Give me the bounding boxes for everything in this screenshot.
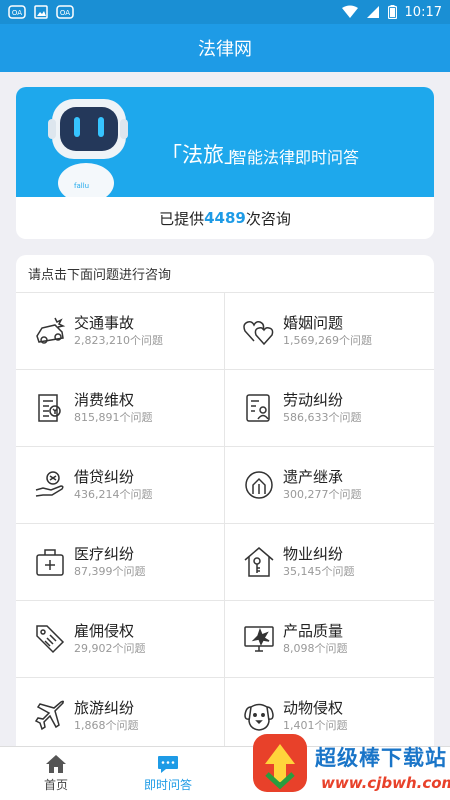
wifi-icon <box>341 5 358 19</box>
category-property[interactable]: 物业纠纷 35,145个问题 <box>225 524 434 601</box>
broken-monitor-icon <box>241 621 277 657</box>
car-crash-icon <box>32 313 68 349</box>
category-employment[interactable]: 雇佣侵权 29,902个问题 <box>16 601 225 678</box>
category-inheritance[interactable]: 遗产继承 300,277个问题 <box>225 447 434 524</box>
category-count: 2,823,210个问题 <box>74 334 163 347</box>
hearts-icon <box>241 313 277 349</box>
category-title: 消费维权 <box>74 391 135 409</box>
category-title: 医疗纠纷 <box>74 545 135 563</box>
category-title: 雇佣侵权 <box>74 622 135 640</box>
tab-label: 首页 <box>43 778 68 792</box>
category-title: 动物侵权 <box>283 699 344 717</box>
app-bar: 法律网 <box>0 24 450 72</box>
category-title: 借贷纠纷 <box>74 468 135 486</box>
svg-text:OA: OA <box>12 9 22 17</box>
category-title: 劳动纠纷 <box>283 391 344 409</box>
stats-prefix: 已提供 <box>159 209 205 228</box>
category-count: 586,633个问题 <box>283 411 362 424</box>
robot-mascot-icon: fallu <box>48 99 128 197</box>
category-travel[interactable]: 旅游纠纷 1,868个问题 <box>16 678 225 746</box>
page-title: 法律网 <box>198 39 252 60</box>
category-title: 旅游纠纷 <box>74 699 135 717</box>
category-title: 产品质量 <box>283 622 344 640</box>
inheritance-icon <box>241 467 277 503</box>
category-traffic[interactable]: 交通事故 2,823,210个问题 <box>16 293 225 370</box>
battery-icon <box>387 5 397 19</box>
receipt-icon <box>32 390 68 426</box>
stats-suffix: 次咨询 <box>245 209 291 228</box>
home-icon <box>46 755 66 773</box>
image-icon <box>34 5 48 19</box>
cast-icon: OA <box>8 5 26 19</box>
cast-icon: OA <box>56 5 74 19</box>
banner-card[interactable]: fallu 「法旅」 智能法律即时问答 已提供 4489 次咨询 <box>16 87 434 239</box>
category-count: 87,399个问题 <box>74 565 146 578</box>
category-product-quality[interactable]: 产品质量 8,098个问题 <box>225 601 434 678</box>
tag-icon <box>32 621 68 657</box>
banner-subtitle: 智能法律即时问答 <box>231 148 360 167</box>
category-marriage[interactable]: 婚姻问题 1,569,269个问题 <box>225 293 434 370</box>
tab-label: 即时问答 <box>143 778 192 792</box>
status-bar: OA OA 10:17 <box>0 0 450 24</box>
category-count: 1,569,269个问题 <box>283 334 372 347</box>
house-key-icon <box>241 544 277 580</box>
main-content: fallu 「法旅」 智能法律即时问答 已提供 4489 次咨询 请点击下面问题… <box>0 72 450 746</box>
consult-stats: 已提供 4489 次咨询 <box>16 197 434 239</box>
category-medical[interactable]: 医疗纠纷 87,399个问题 <box>16 524 225 601</box>
watermark: 超级棒下载站 www.cjbwh.com <box>245 730 450 800</box>
consult-heading: 请点击下面问题进行咨询 <box>16 255 434 293</box>
watermark-logo-icon <box>253 734 307 792</box>
banner-hero: fallu 「法旅」 智能法律即时问答 <box>16 87 434 197</box>
category-count: 1,868个问题 <box>74 719 139 732</box>
signal-icon <box>366 5 380 19</box>
watermark-url: www.cjbwh.com <box>321 774 450 792</box>
category-count: 29,902个问题 <box>74 642 146 655</box>
airplane-icon <box>32 698 68 734</box>
tab-home[interactable]: 首页 <box>0 747 112 800</box>
svg-text:OA: OA <box>60 9 70 17</box>
status-time: 10:17 <box>404 4 442 20</box>
svg-text:fallu: fallu <box>74 182 89 190</box>
chat-icon <box>158 756 178 773</box>
category-count: 815,891个问题 <box>74 411 153 424</box>
category-loan[interactable]: 借贷纠纷 436,214个问题 <box>16 447 225 524</box>
category-consumer[interactable]: 消费维权 815,891个问题 <box>16 370 225 447</box>
category-labor[interactable]: 劳动纠纷 586,633个问题 <box>225 370 434 447</box>
hand-coin-icon <box>32 467 68 503</box>
category-count: 35,145个问题 <box>283 565 355 578</box>
medical-kit-icon <box>32 544 68 580</box>
category-count: 436,214个问题 <box>74 488 153 501</box>
dog-icon <box>241 698 277 734</box>
category-title: 交通事故 <box>74 314 135 332</box>
watermark-title: 超级棒下载站 <box>315 746 447 770</box>
category-count: 300,277个问题 <box>283 488 362 501</box>
tab-instant-qa[interactable]: 即时问答 <box>112 747 224 800</box>
category-grid: 交通事故 2,823,210个问题 婚姻问题 1,569,269个问题 消费维权… <box>16 293 434 746</box>
category-title: 遗产继承 <box>283 468 344 486</box>
stats-count: 4489 <box>204 209 246 227</box>
consult-card: 请点击下面问题进行咨询 交通事故 2,823,210个问题 婚姻问题 1,569… <box>16 255 434 746</box>
category-count: 8,098个问题 <box>283 642 348 655</box>
worker-card-icon <box>241 390 277 426</box>
category-title: 婚姻问题 <box>283 314 344 332</box>
category-title: 物业纠纷 <box>283 545 344 563</box>
